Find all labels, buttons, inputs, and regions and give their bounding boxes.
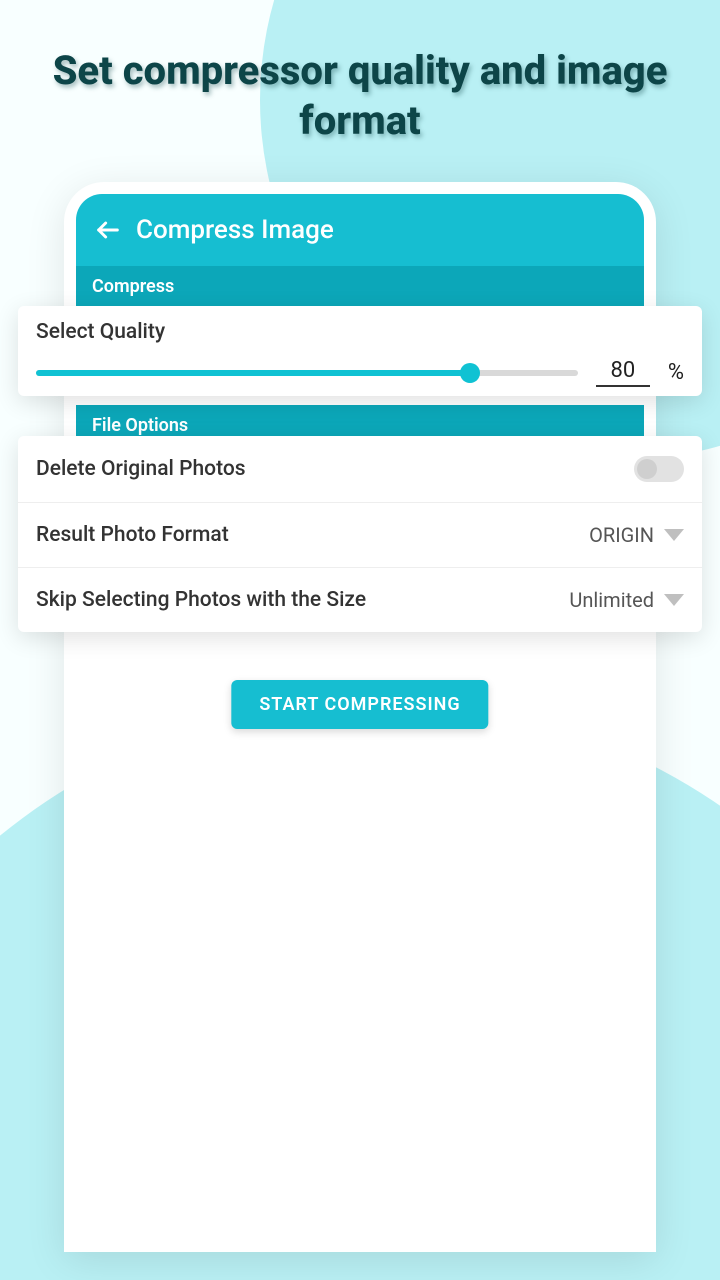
- section-compress: Compress: [76, 266, 644, 307]
- percent-label: %: [668, 360, 684, 385]
- delete-original-toggle[interactable]: [634, 456, 684, 482]
- row-skip-size[interactable]: Skip Selecting Photos with the Size Unli…: [18, 568, 702, 632]
- row-delete-original[interactable]: Delete Original Photos: [18, 436, 702, 503]
- quality-slider[interactable]: [36, 370, 578, 376]
- quality-value-input[interactable]: 80: [596, 358, 650, 387]
- slider-thumb-icon[interactable]: [460, 363, 480, 383]
- result-format-label: Result Photo Format: [36, 523, 229, 547]
- app-bar: Compress Image: [76, 194, 644, 266]
- quality-label: Select Quality: [36, 320, 684, 344]
- start-compressing-button[interactable]: START COMPRESSING: [231, 680, 488, 729]
- quality-card: Select Quality 80 %: [18, 306, 702, 396]
- result-format-value: ORIGIN: [589, 523, 654, 547]
- row-result-format[interactable]: Result Photo Format ORIGIN: [18, 503, 702, 568]
- chevron-down-icon: [664, 594, 684, 606]
- delete-original-label: Delete Original Photos: [36, 457, 246, 481]
- skip-size-label: Skip Selecting Photos with the Size: [36, 588, 366, 612]
- app-title: Compress Image: [136, 215, 334, 245]
- page-title: Set compressor quality and image format: [0, 46, 720, 146]
- back-arrow-icon[interactable]: [94, 216, 122, 244]
- file-options-card: Delete Original Photos Result Photo Form…: [18, 436, 702, 632]
- skip-size-value: Unlimited: [569, 588, 654, 612]
- chevron-down-icon: [664, 529, 684, 541]
